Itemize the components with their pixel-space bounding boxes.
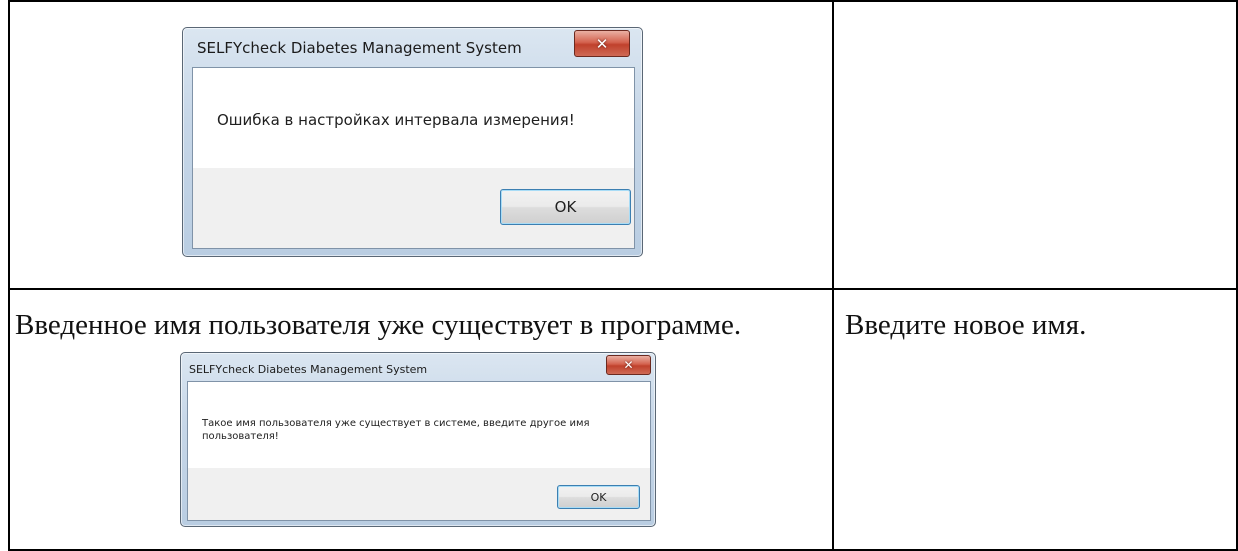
ok-button-label: OK (590, 490, 607, 504)
dialog-title: SELFYcheck Diabetes Management System (189, 363, 428, 376)
table-border-top (8, 0, 1238, 2)
table-column-divider (832, 0, 834, 551)
close-button[interactable]: ✕ (574, 30, 630, 57)
resolution-text: Введите новое имя. (845, 309, 1087, 341)
table-row-divider (8, 288, 1238, 290)
close-button[interactable]: ✕ (606, 355, 651, 375)
error-description: Введенное имя пользователя уже существуе… (15, 309, 742, 341)
close-icon: ✕ (595, 34, 609, 53)
error-dialog-interval: SELFYcheck Diabetes Management System ✕ … (182, 27, 643, 257)
dialog-message: Ошибка в настройках интервала измерения! (217, 111, 575, 129)
dialog-message: Такое имя пользователя уже существует в … (202, 418, 590, 442)
dialog-body: Ошибка в настройках интервала измерения!… (192, 67, 635, 249)
close-icon: ✕ (623, 358, 634, 372)
error-dialog-username: SELFYcheck Diabetes Management System ✕ … (180, 352, 656, 527)
ok-button[interactable]: OK (500, 189, 631, 225)
ok-button[interactable]: OK (557, 485, 640, 509)
dialog-body: Такое имя пользователя уже существует в … (187, 381, 651, 521)
dialog-title: SELFYcheck Diabetes Management System (197, 39, 522, 57)
ok-button-label: OK (554, 198, 577, 216)
table-border-left (8, 0, 10, 551)
